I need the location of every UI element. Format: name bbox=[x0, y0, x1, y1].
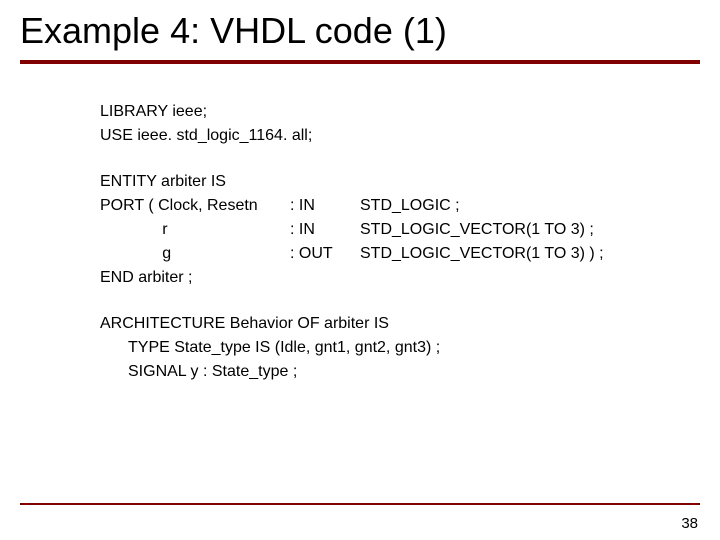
port-cell: STD_LOGIC_VECTOR(1 TO 3) ; bbox=[360, 218, 614, 242]
port-cell: r bbox=[100, 218, 290, 242]
port-row: r : IN STD_LOGIC_VECTOR(1 TO 3) ; bbox=[100, 218, 614, 242]
port-cell: STD_LOGIC_VECTOR(1 TO 3) ) ; bbox=[360, 242, 614, 266]
code-block: LIBRARY ieee; USE ieee. std_logic_1164. … bbox=[100, 100, 660, 384]
port-row: g : OUT STD_LOGIC_VECTOR(1 TO 3) ) ; bbox=[100, 242, 614, 266]
code-line: SIGNAL y : State_type ; bbox=[100, 360, 660, 384]
code-line: END arbiter ; bbox=[100, 266, 660, 290]
port-cell: : IN bbox=[290, 218, 360, 242]
blank-line bbox=[100, 148, 660, 170]
slide: Example 4: VHDL code (1) LIBRARY ieee; U… bbox=[0, 0, 720, 540]
code-line: TYPE State_type IS (Idle, gnt1, gnt2, gn… bbox=[100, 336, 660, 360]
code-line: LIBRARY ieee; bbox=[100, 100, 660, 124]
port-cell: : OUT bbox=[290, 242, 360, 266]
page-number: 38 bbox=[681, 515, 698, 532]
port-cell: g bbox=[100, 242, 290, 266]
port-cell: : IN bbox=[290, 194, 360, 218]
code-line: ARCHITECTURE Behavior OF arbiter IS bbox=[100, 312, 660, 336]
port-row: PORT ( Clock, Resetn : IN STD_LOGIC ; bbox=[100, 194, 614, 218]
footer-rule bbox=[20, 503, 700, 505]
title-rule bbox=[20, 60, 700, 64]
port-cell: STD_LOGIC ; bbox=[360, 194, 614, 218]
code-line: USE ieee. std_logic_1164. all; bbox=[100, 124, 660, 148]
slide-title: Example 4: VHDL code (1) bbox=[20, 10, 447, 52]
code-line: ENTITY arbiter IS bbox=[100, 170, 660, 194]
port-table: PORT ( Clock, Resetn : IN STD_LOGIC ; r … bbox=[100, 194, 614, 266]
port-cell: PORT ( Clock, Resetn bbox=[100, 194, 290, 218]
blank-line bbox=[100, 290, 660, 312]
